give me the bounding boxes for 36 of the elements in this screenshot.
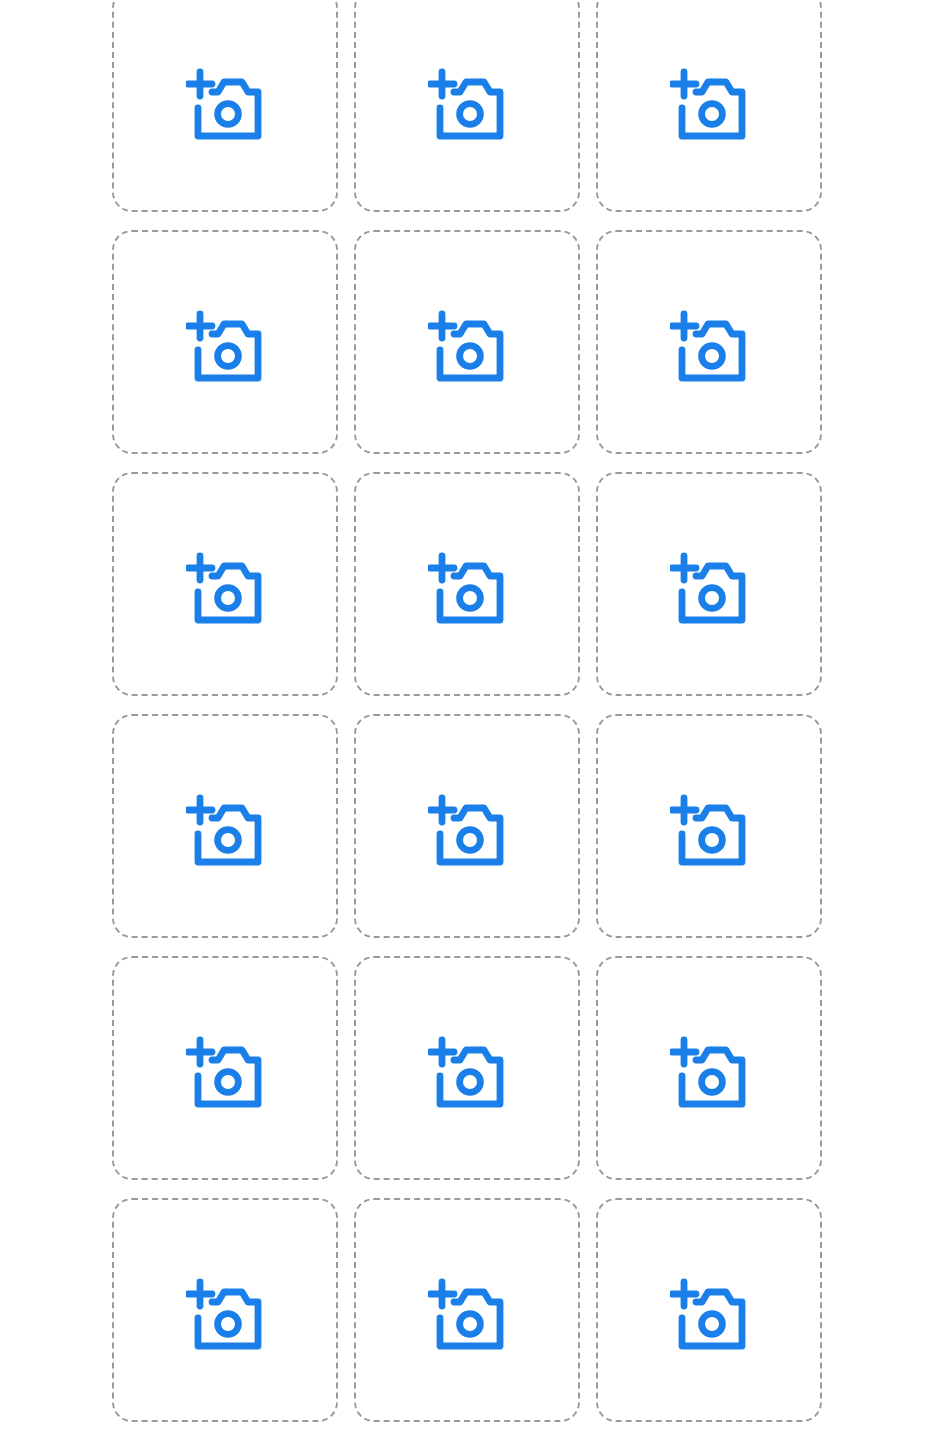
add-photo-tile[interactable] xyxy=(596,230,822,454)
add-photo-tile[interactable] xyxy=(354,956,580,1180)
camera-plus-icon xyxy=(427,310,507,386)
add-photo-tile[interactable] xyxy=(596,0,822,212)
add-photo-tile[interactable] xyxy=(112,472,338,696)
add-photo-tile[interactable] xyxy=(354,472,580,696)
camera-plus-icon xyxy=(185,1036,265,1112)
add-photo-tile[interactable] xyxy=(354,230,580,454)
add-photo-tile[interactable] xyxy=(354,0,580,212)
camera-plus-icon xyxy=(185,552,265,628)
add-photo-tile[interactable] xyxy=(596,472,822,696)
add-photo-tile[interactable] xyxy=(354,1198,580,1422)
add-photo-tile[interactable] xyxy=(112,714,338,938)
camera-plus-icon xyxy=(669,552,749,628)
camera-plus-icon xyxy=(185,68,265,144)
camera-plus-icon xyxy=(669,794,749,870)
camera-plus-icon xyxy=(427,552,507,628)
camera-plus-icon xyxy=(427,68,507,144)
camera-plus-icon xyxy=(185,310,265,386)
camera-plus-icon xyxy=(669,310,749,386)
add-photo-tile[interactable] xyxy=(354,714,580,938)
add-photo-tile[interactable] xyxy=(112,0,338,212)
camera-plus-icon xyxy=(669,1036,749,1112)
camera-plus-icon xyxy=(669,68,749,144)
add-photo-tile[interactable] xyxy=(596,714,822,938)
add-photo-tile[interactable] xyxy=(112,1198,338,1422)
add-photo-tile[interactable] xyxy=(112,230,338,454)
add-photo-tile[interactable] xyxy=(112,956,338,1180)
camera-plus-icon xyxy=(427,794,507,870)
camera-plus-icon xyxy=(185,1278,265,1354)
add-photo-tile[interactable] xyxy=(596,1198,822,1422)
camera-plus-icon xyxy=(427,1036,507,1112)
add-photo-tile[interactable] xyxy=(596,956,822,1180)
camera-plus-icon xyxy=(427,1278,507,1354)
camera-plus-icon xyxy=(185,794,265,870)
camera-plus-icon xyxy=(669,1278,749,1354)
